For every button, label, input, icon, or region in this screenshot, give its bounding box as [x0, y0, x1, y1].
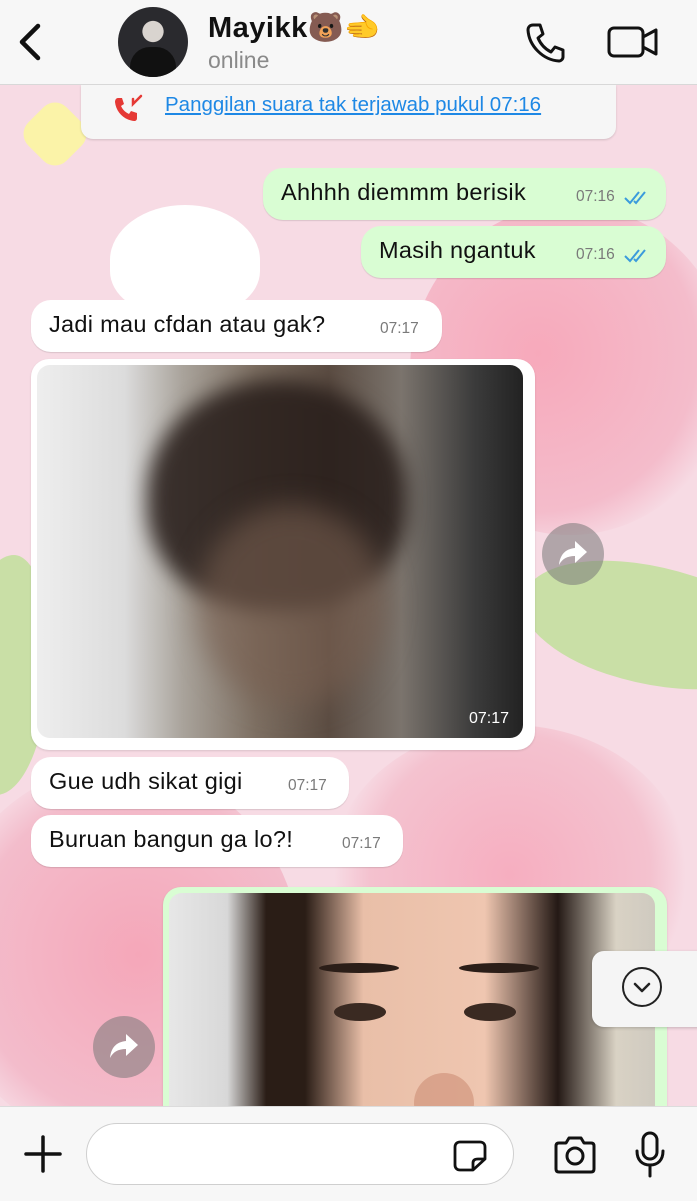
camera-icon [554, 1136, 596, 1174]
back-button[interactable] [14, 20, 48, 64]
video-call-button[interactable] [606, 22, 660, 62]
forward-button[interactable] [542, 523, 604, 585]
message-bubble-incoming[interactable]: Gue udh sikat gigi 07:17 [31, 757, 349, 809]
plus-icon [24, 1135, 62, 1173]
sticker-button[interactable] [452, 1139, 488, 1173]
camera-button[interactable] [552, 1135, 598, 1175]
chevron-down-icon [622, 967, 662, 1007]
double-check-icon [624, 191, 646, 205]
message-time: 07:16 [576, 246, 615, 263]
wallpaper-bunny [110, 205, 260, 315]
contact-status: online [208, 47, 270, 73]
message-bubble-outgoing[interactable]: Ahhhh diemmm berisik 07:16 [263, 168, 666, 220]
missed-call-icon [115, 94, 143, 121]
photo-thumbnail[interactable]: 07:17 [37, 365, 523, 738]
forward-button[interactable] [93, 1016, 155, 1078]
chat-header: Mayikk🐻🫲 online [0, 0, 697, 85]
attach-button[interactable] [24, 1135, 62, 1173]
photo-message-incoming[interactable]: 07:17 [31, 359, 535, 750]
scroll-to-bottom-button[interactable] [592, 951, 697, 1027]
missed-call-link[interactable]: Panggilan suara tak terjawab pukul 07:16 [165, 93, 541, 117]
contact-avatar[interactable] [118, 7, 188, 77]
message-bubble-outgoing[interactable]: Masih ngantuk 07:16 [361, 226, 666, 278]
missed-call-notice[interactable]: Panggilan suara tak terjawab pukul 07:16 [81, 85, 616, 139]
message-text: Jadi mau cfdan atau gak? [49, 311, 326, 337]
photo-thumbnail[interactable] [169, 893, 655, 1106]
message-text: Ahhhh diemmm berisik [281, 179, 527, 205]
forward-arrow-icon [559, 541, 587, 565]
message-time: 07:17 [468, 710, 509, 727]
video-camera-icon [607, 26, 658, 58]
sticker-icon [453, 1140, 487, 1172]
contact-name[interactable]: Mayikk🐻🫲 [208, 11, 381, 45]
message-text: Gue udh sikat gigi [49, 768, 243, 794]
message-text: Buruan bangun ga lo?! [49, 826, 294, 852]
forward-arrow-icon [110, 1034, 138, 1058]
message-time: 07:17 [380, 320, 419, 337]
microphone-icon [635, 1131, 665, 1178]
composer-bar [0, 1106, 697, 1201]
message-time: 07:17 [288, 777, 327, 794]
message-time: 07:17 [342, 835, 381, 852]
chat-thread[interactable]: Panggilan suara tak terjawab pukul 07:16… [0, 85, 697, 1106]
phone-icon [526, 23, 565, 63]
message-bubble-incoming[interactable]: Buruan bangun ga lo?! 07:17 [31, 815, 403, 867]
double-check-icon [624, 249, 646, 263]
chevron-left-icon [19, 23, 41, 61]
message-text: Masih ngantuk [379, 237, 536, 263]
voice-call-button[interactable] [524, 20, 568, 64]
message-bubble-incoming[interactable]: Jadi mau cfdan atau gak? 07:17 [31, 300, 442, 352]
message-input[interactable] [86, 1123, 514, 1185]
message-time: 07:16 [576, 188, 615, 205]
microphone-button[interactable] [634, 1131, 666, 1179]
